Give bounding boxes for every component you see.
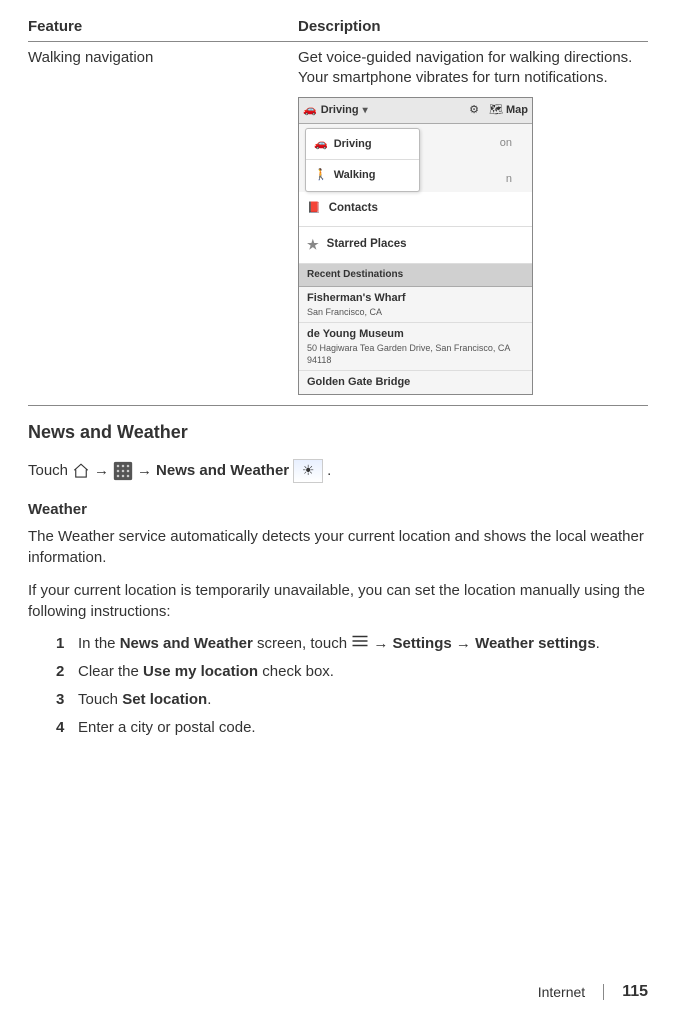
- news-weather-app-icon: ☀: [293, 459, 323, 483]
- recent-destinations-header: Recent Destinations: [299, 264, 532, 287]
- step-1: 1 In the News and Weather screen, touch …: [56, 634, 648, 654]
- dest-name: Golden Gate Bridge: [307, 375, 524, 390]
- list-item-contacts: Contacts: [299, 192, 532, 227]
- dest-addr: 50 Hagiwara Tea Garden Drive, San Franci…: [307, 342, 524, 366]
- topbar-driving-button: Driving: [303, 103, 368, 118]
- step-text: Enter a city or postal code.: [78, 718, 648, 738]
- touch-text: Touch: [28, 462, 68, 479]
- car-icon: [314, 137, 328, 152]
- dest-addr: San Francisco, CA: [307, 306, 524, 318]
- text: screen, touch: [253, 635, 351, 652]
- destination-item: Golden Gate Bridge: [299, 371, 532, 394]
- text: Clear the: [78, 663, 143, 680]
- news-weather-label: News and Weather: [156, 462, 289, 479]
- contacts-label: Contacts: [329, 201, 378, 217]
- footer-divider: [603, 984, 604, 1000]
- touch-instruction: Touch → → News and Weather ☀ .: [28, 459, 648, 483]
- weather-p2: If your current location is temporarily …: [28, 580, 648, 622]
- step-2: 2 Clear the Use my location check box.: [56, 662, 648, 682]
- dropdown-walking-label: Walking: [334, 168, 376, 183]
- step-text: Clear the Use my location check box.: [78, 662, 648, 682]
- dropdown-item-walking: Walking: [306, 160, 419, 191]
- step-number: 3: [56, 690, 78, 710]
- text: check box.: [258, 663, 334, 680]
- bold-text: Use my location: [143, 663, 258, 680]
- table-header-feature: Feature: [28, 14, 298, 42]
- obscured-text: n: [426, 150, 532, 187]
- cell-description: Get voice-guided navigation for walking …: [298, 42, 648, 406]
- weather-p1: The Weather service automatically detect…: [28, 526, 648, 568]
- screenshot-topbar: Driving Map: [299, 98, 532, 124]
- period: .: [327, 462, 331, 479]
- starred-label: Starred Places: [327, 237, 407, 253]
- dropdown-driving-label: Driving: [334, 137, 372, 152]
- star-icon: [307, 236, 319, 255]
- step-3: 3 Touch Set location.: [56, 690, 648, 710]
- bold-text: Weather settings: [475, 635, 596, 652]
- bold-text: Set location: [122, 691, 207, 708]
- text: Touch: [78, 691, 122, 708]
- arrow-icon: →: [456, 635, 471, 652]
- arrow-icon: →: [94, 462, 109, 479]
- apps-icon: [113, 461, 133, 481]
- dest-name: de Young Museum: [307, 327, 524, 342]
- table-row: Walking navigation Get voice-guided navi…: [28, 42, 648, 406]
- step-number: 4: [56, 718, 78, 738]
- home-icon: [72, 462, 90, 480]
- text: .: [596, 635, 600, 652]
- navigation-screenshot: Driving Map: [298, 97, 533, 395]
- topbar-map-label: Map: [506, 104, 528, 116]
- text: In the: [78, 635, 120, 652]
- arrow-icon: →: [137, 462, 152, 479]
- mode-dropdown: Driving Walking: [305, 128, 420, 193]
- step-text: In the News and Weather screen, touch → …: [78, 634, 648, 654]
- obscured-text: on: [426, 124, 532, 151]
- weather-heading: Weather: [28, 501, 648, 518]
- chevron-down-icon: [363, 103, 368, 118]
- topbar-driving-label: Driving: [321, 103, 359, 118]
- page-number: 115: [622, 983, 648, 1001]
- contacts-icon: [307, 201, 321, 217]
- car-icon: [303, 103, 317, 118]
- page-footer: Internet 115: [538, 983, 648, 1001]
- step-number: 2: [56, 662, 78, 682]
- step-4: 4 Enter a city or postal code.: [56, 718, 648, 738]
- cell-feature: Walking navigation: [28, 42, 298, 406]
- walk-icon: [314, 168, 328, 183]
- arrow-icon: →: [373, 635, 388, 652]
- table-header-description: Description: [298, 14, 648, 42]
- dest-name: Fisherman's Wharf: [307, 291, 524, 306]
- dropdown-item-driving: Driving: [306, 129, 419, 161]
- steps-list: 1 In the News and Weather screen, touch …: [28, 634, 648, 739]
- feature-table: Feature Description Walking navigation G…: [28, 14, 648, 406]
- step-number: 1: [56, 634, 78, 654]
- section-heading: News and Weather: [28, 422, 648, 443]
- map-icon: [489, 104, 503, 116]
- text: .: [207, 691, 211, 708]
- bold-text: Settings: [393, 635, 452, 652]
- bold-text: News and Weather: [120, 635, 253, 652]
- destination-item: de Young Museum 50 Hagiwara Tea Garden D…: [299, 323, 532, 371]
- menu-icon: [351, 634, 369, 648]
- gear-icon: [469, 103, 479, 118]
- list-item-starred: Starred Places: [299, 227, 532, 265]
- destination-item: Fisherman's Wharf San Francisco, CA: [299, 287, 532, 323]
- footer-section: Internet: [538, 984, 585, 1000]
- topbar-map-button: Map: [489, 103, 528, 118]
- step-text: Touch Set location.: [78, 690, 648, 710]
- cell-description-text: Get voice-guided navigation for walking …: [298, 49, 632, 86]
